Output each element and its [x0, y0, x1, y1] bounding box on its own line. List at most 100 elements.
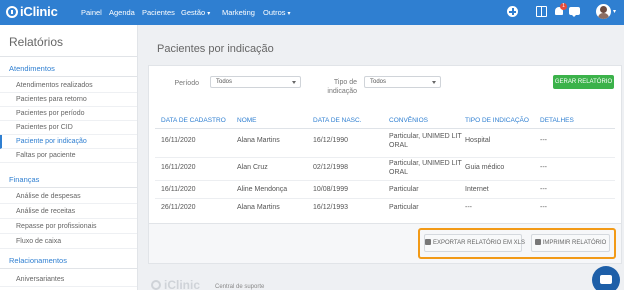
print-report-button[interactable]: IMPRIMIR RELATÓRIO — [531, 234, 610, 252]
section-relacionamentos[interactable]: Relacionamentos — [9, 256, 67, 265]
section-atendimentos[interactable]: Atendimentos — [9, 64, 55, 73]
table-row: 16/11/2020 Alana Martins 16/12/1990 Part… — [155, 129, 615, 158]
support-link[interactable]: Central de suporte — [215, 284, 264, 290]
col-header-convenios[interactable]: CONVÊNIOS — [389, 117, 428, 124]
period-select[interactable]: Todos — [210, 76, 301, 88]
nav-outros-label: Outros — [263, 8, 286, 17]
sidebar-item-analise-despesas[interactable]: Análise de despesas — [0, 190, 137, 204]
chat-support-button[interactable] — [592, 266, 620, 290]
indication-type-select[interactable]: Todos — [364, 76, 441, 88]
cell-convenios-line1: Particular, UNIMED LIT — [389, 160, 462, 167]
chat-icon[interactable] — [569, 6, 580, 17]
sidebar-item-pacientes-periodo[interactable]: Pacientes por período — [0, 107, 137, 121]
divider — [0, 187, 138, 188]
caret-down-icon — [432, 81, 436, 84]
printer-icon — [534, 239, 541, 245]
divider — [0, 268, 138, 269]
cell-convenios: Particular, UNIMED LIT ORAL — [389, 160, 462, 177]
avatar-head — [600, 6, 607, 13]
chevron-down-icon: ▾ — [287, 11, 291, 17]
cell-data-nasc: 02/12/1998 — [313, 164, 349, 171]
section-financas[interactable]: Finanças — [9, 175, 39, 184]
cell-data-nasc: 16/12/1990 — [313, 137, 349, 144]
cell-detalhes[interactable]: --- — [540, 137, 547, 146]
col-header-tipo-indicacao[interactable]: TIPO DE INDICAÇÃO — [465, 117, 529, 124]
cell-tipo-indicacao: Hospital — [465, 137, 491, 144]
notification-badge: 1 — [560, 3, 567, 10]
nav-agenda[interactable]: Agenda — [109, 8, 135, 17]
sidebar-item-faltas-paciente[interactable]: Faltas por paciente — [0, 149, 137, 163]
cell-convenios: Particular, UNIMED LIT ORAL — [389, 133, 462, 150]
download-icon — [425, 239, 431, 245]
sidebar-item-paciente-indicacao[interactable]: Paciente por indicação — [0, 135, 137, 149]
cell-data-cadastro: 26/11/2020 — [161, 204, 196, 211]
cell-detalhes[interactable]: --- — [540, 164, 547, 173]
sidebar-item-fluxo-caixa[interactable]: Fluxo de caixa — [0, 235, 137, 249]
nav-painel[interactable]: Painel — [81, 8, 102, 17]
footer-logo-icon — [151, 280, 161, 290]
table-row: 26/11/2020 Alana Martins 16/12/1993 Part… — [155, 199, 615, 217]
divider — [0, 56, 138, 57]
sidebar-item-pacientes-retorno[interactable]: Pacientes para retorno — [0, 93, 137, 107]
cell-tipo-indicacao: Guia médico — [465, 164, 505, 171]
sidebar-title: Relatórios — [9, 35, 64, 49]
nav-gestao-label: Gestão — [181, 8, 206, 17]
cell-nome: Alan Cruz — [237, 164, 268, 171]
sidebar-item-aniversariantes[interactable]: Aniversariantes — [0, 273, 137, 287]
cell-data-cadastro: 16/11/2020 — [161, 164, 196, 171]
export-xls-label: EXPORTAR RELATÓRIO EM XLS — [433, 240, 526, 246]
period-select-value: Todos — [216, 79, 233, 85]
table-row: 16/11/2020 Alan Cruz 02/12/1998 Particul… — [155, 158, 615, 181]
cell-data-cadastro: 16/11/2020 — [161, 186, 196, 193]
nav-pacientes[interactable]: Pacientes — [142, 8, 175, 17]
footer-logo: iClinic — [164, 278, 201, 290]
caret-down-icon — [292, 81, 296, 84]
avatar[interactable] — [596, 4, 611, 19]
nav-gestao[interactable]: Gestão ▾ — [181, 8, 210, 17]
type-label-line2: indicação — [327, 88, 357, 95]
sidebar: Relatórios Atendimentos Atendimentos rea… — [0, 25, 138, 290]
cell-detalhes[interactable]: --- — [540, 186, 547, 195]
col-header-data-cadastro[interactable]: DATA DE CADASTRO — [161, 117, 226, 124]
cell-tipo-indicacao: Internet — [465, 186, 489, 193]
cell-nome: Alana Martins — [237, 204, 280, 211]
gift-icon[interactable] — [536, 6, 547, 17]
period-label: Período — [174, 80, 199, 87]
cell-convenios-line2: ORAL — [389, 141, 409, 149]
iclinic-logo[interactable]: iClinic — [6, 4, 66, 20]
sidebar-item-analise-receitas[interactable]: Análise de receitas — [0, 205, 137, 219]
chevron-down-icon: ▾ — [207, 11, 211, 17]
sidebar-item-pacientes-cid[interactable]: Pacientes por CID — [0, 121, 137, 135]
sidebar-item-repasse-profissionais[interactable]: Repasse por profissionais — [0, 220, 137, 234]
col-header-detalhes[interactable]: DETALHES — [540, 117, 574, 124]
brand-name: iClinic — [20, 4, 58, 19]
bell-icon[interactable]: 1 — [554, 3, 567, 17]
logo-icon — [6, 6, 18, 18]
cell-data-nasc: 16/12/1993 — [313, 204, 349, 211]
cell-nome: Aline Mendonça — [237, 186, 288, 193]
divider — [0, 76, 138, 77]
col-header-nome[interactable]: NOME — [237, 117, 257, 124]
cell-convenios-line2: ORAL — [389, 168, 409, 176]
nav-marketing[interactable]: Marketing — [222, 8, 255, 17]
export-xls-button[interactable]: EXPORTAR RELATÓRIO EM XLS — [424, 234, 526, 252]
chat-tail — [571, 14, 577, 17]
nav-outros[interactable]: Outros ▾ — [263, 8, 291, 17]
cell-tipo-indicacao: --- — [465, 204, 472, 211]
add-icon[interactable] — [507, 6, 518, 17]
cell-convenios: Particular — [389, 204, 419, 211]
print-report-label: IMPRIMIR RELATÓRIO — [542, 240, 607, 246]
chat-icon — [600, 275, 612, 284]
chevron-down-icon[interactable]: ▾ — [613, 8, 616, 15]
cell-data-nasc: 10/08/1999 — [313, 186, 349, 193]
avatar-body — [598, 13, 609, 19]
sidebar-item-atendimentos-realizados[interactable]: Atendimentos realizados — [0, 79, 137, 93]
cell-data-cadastro: 16/11/2020 — [161, 137, 196, 144]
col-header-data-nasc[interactable]: DATA DE NASC. — [313, 117, 362, 124]
cell-nome: Alana Martins — [237, 137, 280, 144]
generate-report-button[interactable]: GERAR RELATÓRIO — [553, 75, 614, 89]
type-label: Tipo de indicação — [319, 78, 357, 96]
cell-convenios-line1: Particular, UNIMED LIT — [389, 133, 462, 140]
report-card: Período Todos Tipo de indicação Todos GE… — [148, 65, 622, 224]
cell-detalhes[interactable]: --- — [540, 204, 547, 213]
